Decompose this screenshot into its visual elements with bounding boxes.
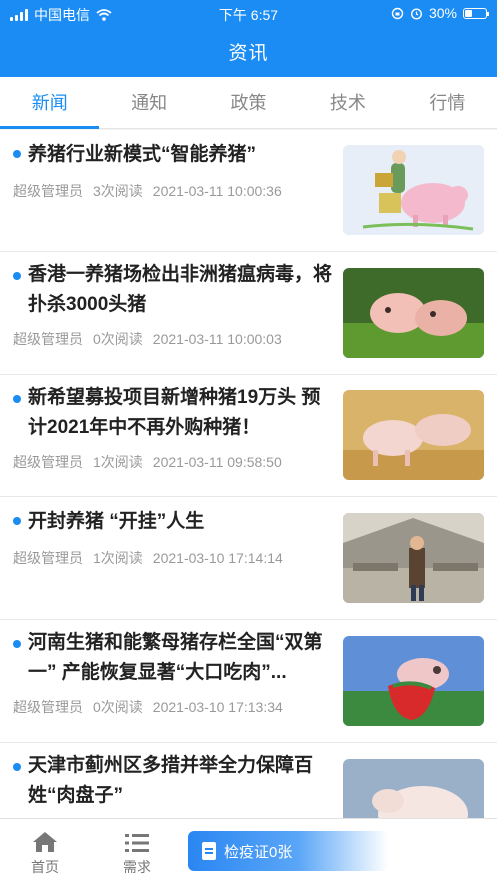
news-item[interactable]: 开封养猪 “开挂”人生 超级管理员 1次阅读 2021-03-10 17:14:14 [0, 497, 497, 620]
news-thumbnail [343, 390, 484, 480]
news-author: 超级管理员 [13, 331, 83, 347]
news-thumbnail [343, 759, 484, 818]
news-reads: 1次阅读 [93, 454, 143, 470]
news-title: 养猪行业新模式“智能养猪” [28, 144, 257, 165]
nav-home[interactable]: 首页 [10, 819, 80, 877]
alarm-icon [410, 7, 422, 20]
news-meta: 超级管理员 0次阅读 2021-03-11 10:00:03 [13, 329, 292, 349]
news-meta: 超级管理员 1次阅读 2021-03-11 09:58:50 [13, 452, 292, 472]
news-time: 2021-03-10 17:13:34 [152, 699, 283, 715]
news-thumbnail [343, 636, 484, 726]
news-author: 超级管理员 [13, 699, 83, 715]
tab-notice[interactable]: 通知 [99, 77, 198, 128]
list-icon [125, 834, 149, 852]
news-item[interactable]: 天津市蓟州区多措并举全力保障百姓“肉盘子” [0, 743, 497, 818]
news-reads: 0次阅读 [93, 331, 143, 347]
news-title: 开封养猪 “开挂”人生 [28, 511, 205, 532]
tab-policy[interactable]: 政策 [199, 77, 298, 128]
news-title: 香港一养猪场检出非洲猪瘟病毒，将扑杀3000头猪 [28, 264, 333, 315]
battery-icon [463, 7, 489, 19]
news-item[interactable]: 新希望募投项目新增种猪19万头 预计2021年中不再外购种猪！ 超级管理员 1次阅… [0, 375, 497, 497]
nav-demand-label: 需求 [123, 859, 151, 875]
news-reads: 1次阅读 [93, 550, 143, 566]
bullet-dot-icon [13, 272, 21, 280]
news-meta: 超级管理员 0次阅读 2021-03-10 17:13:34 [13, 697, 293, 717]
news-title: 新希望募投项目新增种猪19万头 预计2021年中不再外购种猪！ [28, 387, 321, 438]
bullet-dot-icon [13, 517, 21, 525]
news-time: 2021-03-11 10:00:03 [152, 331, 282, 347]
news-item[interactable]: 河南生猪和能繁母猪存栏全国“双第一” 产能恢复显著“大口吃肉”... 超级管理员… [0, 620, 497, 743]
news-meta: 超级管理员 1次阅读 2021-03-10 17:14:14 [13, 548, 293, 568]
battery-percent: 30% [428, 5, 457, 21]
news-time: 2021-03-11 09:58:50 [152, 454, 282, 470]
news-author: 超级管理员 [13, 183, 83, 199]
news-title: 天津市蓟州区多措并举全力保障百姓“肉盘子” [28, 755, 314, 806]
tab-news[interactable]: 新闻 [0, 77, 100, 129]
news-author: 超级管理员 [13, 454, 83, 470]
tab-technology[interactable]: 技术 [298, 77, 397, 128]
tab-market[interactable]: 行情 [398, 77, 497, 128]
document-icon [202, 842, 216, 860]
bullet-dot-icon [13, 763, 21, 771]
nav-demand[interactable]: 需求 [102, 819, 172, 877]
news-thumbnail [343, 513, 484, 603]
page-title: 资讯 [228, 43, 269, 64]
quarantine-certificate-button[interactable]: 检疫证0张 [188, 831, 388, 871]
nav-home-label: 首页 [31, 859, 59, 875]
status-right: 30% [391, 5, 489, 21]
home-icon [33, 832, 57, 852]
category-tabs: 新闻 通知 政策 技术 行情 [0, 77, 497, 129]
news-time: 2021-03-11 10:00:36 [152, 183, 282, 199]
status-bar: 中国电信 下午 6:57 30% [0, 0, 497, 26]
bullet-dot-icon [13, 640, 21, 648]
news-thumbnail [343, 268, 484, 358]
bottom-nav: 首页 需求 检疫证0张 [0, 818, 497, 883]
app-header: 中国电信 下午 6:57 30% 资讯 [0, 0, 497, 77]
news-time: 2021-03-10 17:14:14 [152, 550, 283, 566]
news-list: 养猪行业新模式“智能养猪” 超级管理员 3次阅读 2021-03-11 10:00:… [0, 130, 497, 818]
certificate-label: 检疫证0张 [224, 843, 293, 861]
news-title: 河南生猪和能繁母猪存栏全国“双第一” 产能恢复显著“大口吃肉”... [28, 632, 323, 683]
news-meta: 超级管理员 3次阅读 2021-03-11 10:00:36 [13, 181, 292, 201]
bullet-dot-icon [13, 150, 21, 158]
news-item[interactable]: 香港一养猪场检出非洲猪瘟病毒，将扑杀3000头猪 超级管理员 0次阅读 2021-0… [0, 252, 497, 375]
news-thumbnail [343, 145, 484, 235]
news-author: 超级管理员 [13, 550, 83, 566]
lock-rotation-icon [391, 7, 404, 19]
bullet-dot-icon [13, 395, 21, 403]
news-reads: 3次阅读 [93, 183, 143, 199]
news-reads: 0次阅读 [93, 699, 143, 715]
news-item[interactable]: 养猪行业新模式“智能养猪” 超级管理员 3次阅读 2021-03-11 10:00:… [0, 130, 497, 252]
